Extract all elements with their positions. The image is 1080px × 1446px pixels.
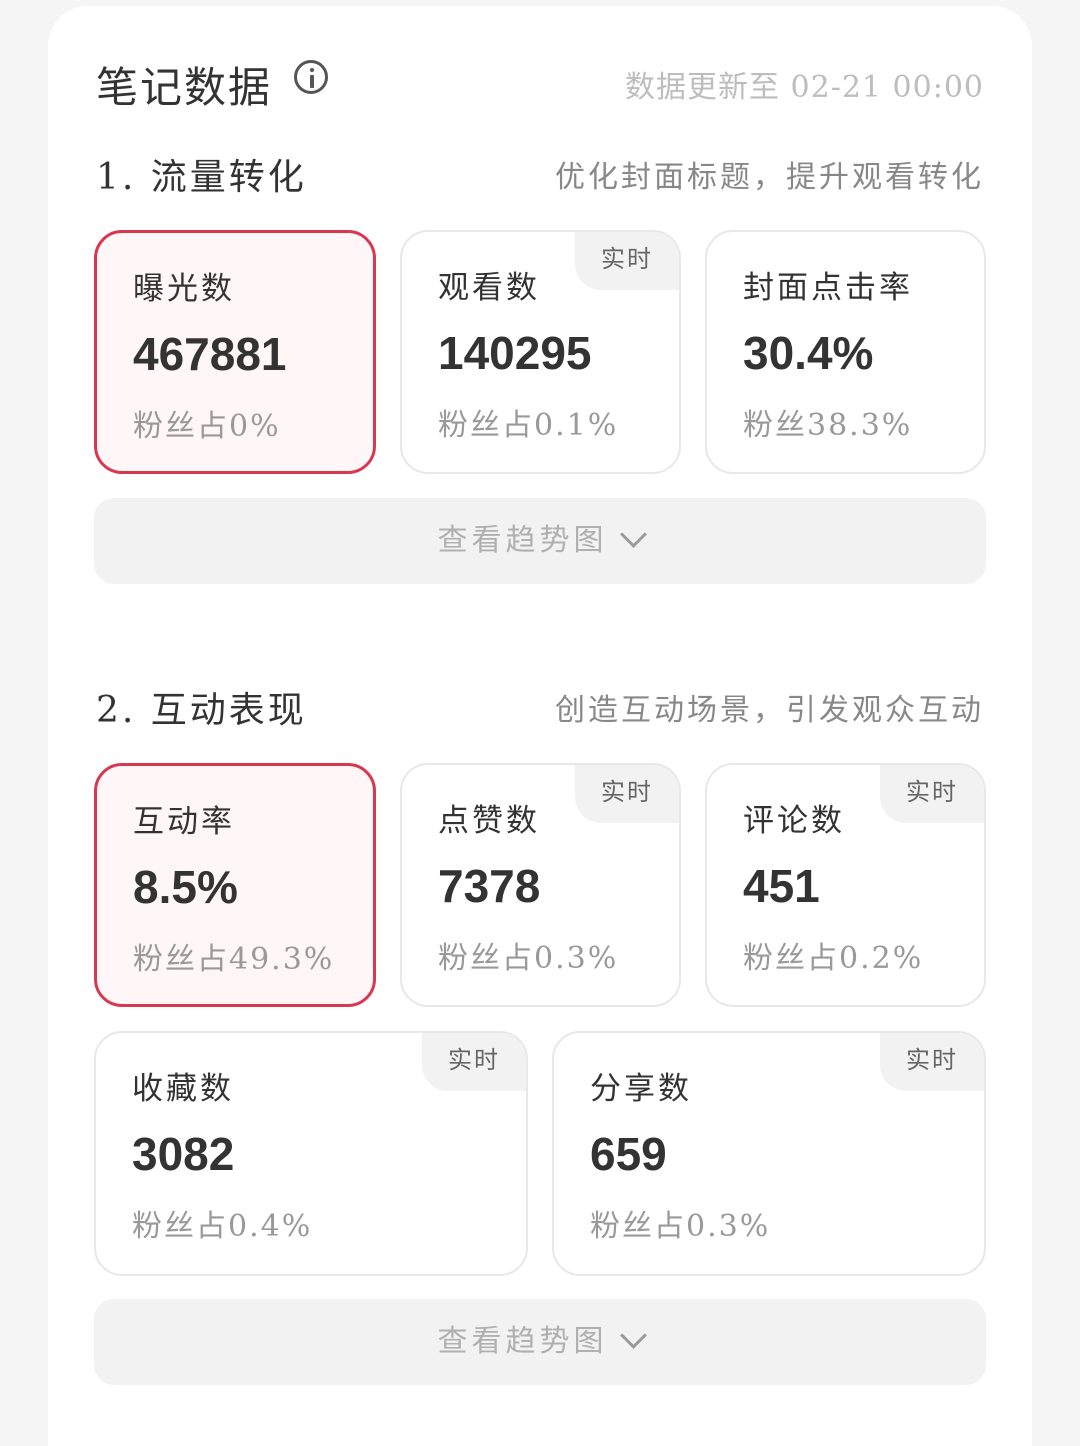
metric-fan-share: 粉丝占0.1% [438,408,619,443]
metric-label: 封面点击率 [743,270,913,306]
trend-label: 查看趋势图 [437,1324,608,1359]
metric-value: 30.4% [743,327,874,379]
metric-card-cover-ctr[interactable]: 封面点击率 30.4% 粉丝38.3% [705,230,986,474]
update-time: 数据更新至 02-21 00:00 [624,70,984,105]
metric-value: 3082 [132,1128,235,1180]
metric-fan-share: 粉丝占0% [133,409,281,444]
view-trend-button-engagement[interactable]: 查看趋势图 [94,1299,986,1385]
metric-fan-share: 粉丝占0.3% [590,1209,771,1244]
chevron-down-icon [619,521,647,548]
metric-card-engagement-rate[interactable]: 互动率 8.5% 粉丝占49.3% [94,763,376,1007]
realtime-badge: 实时 [422,1033,526,1091]
metric-value: 659 [590,1128,667,1180]
metric-label: 曝光数 [133,271,235,307]
metric-label: 互动率 [133,804,235,840]
page-title: 笔记数据 [96,63,273,112]
metric-card-impressions[interactable]: 曝光数 467881 粉丝占0% [94,230,376,474]
section-hint-engagement: 创造互动场景，引发观众互动 [555,693,984,728]
realtime-badge: 实时 [575,232,679,290]
info-icon[interactable] [294,60,328,94]
metric-label: 评论数 [743,803,845,839]
metric-card-likes[interactable]: 实时 点赞数 7378 粉丝占0.3% [400,763,681,1007]
section-hint-traffic: 优化封面标题，提升观看转化 [555,160,984,195]
metric-fan-share: 粉丝占0.4% [132,1209,313,1244]
metric-label: 分享数 [590,1071,692,1107]
metric-fan-share: 粉丝38.3% [743,408,913,443]
realtime-badge: 实时 [575,765,679,823]
metric-value: 451 [743,860,820,912]
metric-value: 8.5% [133,861,238,913]
metric-card-views[interactable]: 实时 观看数 140295 粉丝占0.1% [400,230,681,474]
metric-fan-share: 粉丝占0.3% [438,941,619,976]
metric-label: 点赞数 [438,803,540,839]
metric-value: 140295 [438,327,592,379]
section-title-engagement: 2. 互动表现 [96,690,307,731]
header: 笔记数据 数据更新至 02-21 00:00 [96,48,984,112]
section-title-traffic: 1. 流量转化 [96,157,307,198]
chevron-down-icon [619,1322,647,1349]
view-trend-button-traffic[interactable]: 查看趋势图 [94,498,986,584]
trend-label: 查看趋势图 [437,523,608,558]
realtime-badge: 实时 [880,1033,984,1091]
metric-fan-share: 粉丝占49.3% [133,942,335,977]
metric-card-shares[interactable]: 实时 分享数 659 粉丝占0.3% [552,1031,986,1276]
metric-label: 观看数 [438,270,540,306]
metric-fan-share: 粉丝占0.2% [743,941,924,976]
metric-value: 7378 [438,860,541,912]
metric-card-comments[interactable]: 实时 评论数 451 粉丝占0.2% [705,763,986,1007]
metric-card-collects[interactable]: 实时 收藏数 3082 粉丝占0.4% [94,1031,528,1276]
realtime-badge: 实时 [880,765,984,823]
metric-label: 收藏数 [132,1071,234,1107]
metric-value: 467881 [133,328,287,380]
